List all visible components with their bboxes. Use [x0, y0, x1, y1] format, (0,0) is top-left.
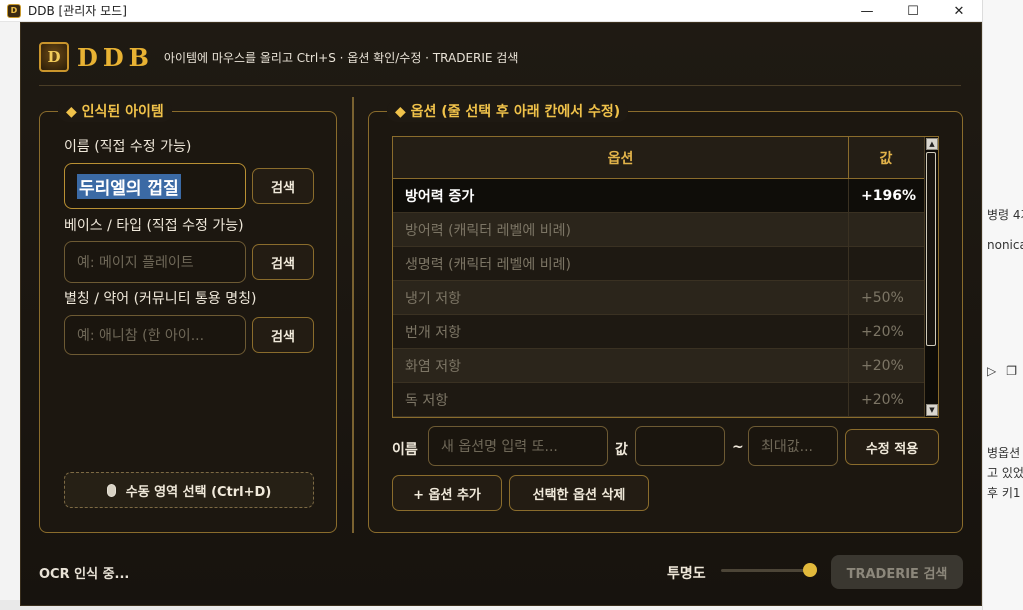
scroll-up-icon[interactable]: ▲	[926, 138, 938, 150]
scroll-thumb[interactable]	[926, 152, 936, 346]
close-icon[interactable]: ✕	[936, 0, 982, 22]
header-subtitle: 아이템에 마우스를 올리고 Ctrl+S · 옵션 확인/수정 · TRADER…	[163, 50, 519, 65]
table-scrollbar[interactable]: ▲ ▼	[924, 137, 938, 417]
option-name-label: 이름	[392, 442, 418, 458]
header-divider	[39, 85, 961, 86]
play-icon: ▷	[987, 364, 997, 378]
opacity-slider-thumb[interactable]	[803, 563, 817, 577]
value-cell: +20%	[861, 391, 904, 408]
value-cell	[849, 213, 923, 246]
app-icon: D	[7, 3, 21, 18]
options-panel: ◆ 옵션 (줄 선택 후 아래 칸에서 수정) 옵션 값 방어력 증가 +196…	[368, 100, 963, 533]
window-controls: — ☐ ✕	[844, 0, 982, 22]
background-window: 병령 4가 nonical ▷ ❐ 병옵션 D 고 있었 후 키1	[982, 0, 1023, 610]
option-cell: 화염 저항	[393, 349, 849, 382]
panel-divider	[352, 97, 354, 533]
table-header: 옵션 값	[393, 137, 938, 179]
alias-input[interactable]: 예: 애니참 (한 아이...	[64, 315, 246, 355]
option-name-input[interactable]: 새 옵션명 입력 또...	[428, 426, 608, 466]
value-cell	[849, 247, 923, 280]
background-text: 병령 4가	[987, 208, 1023, 222]
option-cell: 방어력 증가	[393, 179, 849, 212]
option-cell: 독 저항	[393, 383, 849, 416]
maximize-icon[interactable]: ☐	[890, 0, 936, 22]
value-cell: +20%	[861, 357, 904, 374]
mouse-icon	[106, 483, 116, 497]
alias-label: 별칭 / 약어 (커뮤니티 통용 명칭)	[64, 291, 257, 307]
value-column-header: 값	[879, 150, 893, 167]
option-max-input[interactable]: 최대값...	[748, 426, 838, 466]
option-value-input[interactable]	[635, 426, 725, 466]
item-name-input[interactable]: 두리엘의 껍질	[64, 163, 246, 209]
recognized-item-title: ◆ 인식된 아이템	[58, 100, 172, 122]
value-cell: +196%	[861, 187, 916, 204]
value-cell: +20%	[861, 323, 904, 340]
recognized-item-panel: ◆ 인식된 아이템 이름 (직접 수정 가능) 두리엘의 껍질 검색 베이스 /…	[39, 100, 337, 533]
name-search-button[interactable]: 검색	[252, 168, 314, 204]
alias-search-button[interactable]: 검색	[252, 317, 314, 353]
traderie-search-button[interactable]: TRADERIE 검색	[831, 555, 963, 589]
base-label: 베이스 / 타입 (직접 수정 가능)	[64, 218, 244, 234]
scroll-down-icon[interactable]: ▼	[926, 404, 938, 416]
options-title: ◆ 옵션 (줄 선택 후 아래 칸에서 수정)	[387, 100, 629, 122]
ocr-status: OCR 인식 중...	[39, 567, 130, 582]
manual-area-select-label: 수동 영역 선택 (Ctrl+D)	[125, 484, 272, 500]
option-value-label: 값	[615, 442, 628, 458]
background-icons: ▷ ❐	[987, 364, 1017, 378]
base-search-button[interactable]: 검색	[252, 244, 314, 280]
background-text: nonical	[987, 238, 1023, 252]
delete-option-button[interactable]: 선택한 옵션 삭제	[509, 475, 649, 511]
background-text: 병옵션 D	[987, 446, 1023, 460]
logo-text: DDB	[77, 42, 154, 72]
window-titlebar[interactable]: D DDB [관리자 모드] — ☐ ✕	[0, 0, 982, 22]
app-header: D DDB 아이템에 마우스를 올리고 Ctrl+S · 옵션 확인/수정 · …	[39, 37, 518, 77]
copy-icon: ❐	[1006, 364, 1017, 378]
value-cell: +50%	[861, 289, 904, 306]
background-text: 고 있었	[987, 466, 1023, 480]
table-row[interactable]: 방어력 증가 +196%	[393, 179, 938, 213]
item-name-value: 두리엘의 껍질	[77, 173, 181, 199]
manual-area-select-button[interactable]: 수동 영역 선택 (Ctrl+D)	[64, 472, 314, 508]
table-row[interactable]: 방어력 (캐릭터 레벨에 비례)	[393, 213, 938, 247]
apply-edit-button[interactable]: 수정 적용	[845, 429, 939, 465]
table-row[interactable]: 생명력 (캐릭터 레벨에 비례)	[393, 247, 938, 281]
option-cell: 방어력 (캐릭터 레벨에 비례)	[393, 213, 849, 246]
options-table[interactable]: 옵션 값 방어력 증가 +196% 방어력 (캐릭터 레벨에 비례) 생명력 (…	[392, 136, 939, 418]
table-row[interactable]: 냉기 저항 +50%	[393, 281, 938, 315]
option-cell: 냉기 저항	[393, 281, 849, 314]
option-cell: 생명력 (캐릭터 레벨에 비례)	[393, 247, 849, 280]
app-window: D DDB 아이템에 마우스를 올리고 Ctrl+S · 옵션 확인/수정 · …	[20, 22, 982, 606]
table-row[interactable]: 독 저항 +20%	[393, 383, 938, 417]
table-row[interactable]: 번개 저항 +20%	[393, 315, 938, 349]
opacity-label: 투명도	[667, 566, 706, 582]
range-separator: ~	[732, 439, 744, 455]
logo-badge: D	[39, 42, 69, 72]
add-option-button[interactable]: + 옵션 추가	[392, 475, 502, 511]
option-column-header: 옵션	[393, 137, 849, 178]
background-text: 후 키1	[987, 486, 1021, 500]
name-label: 이름 (직접 수정 가능)	[64, 139, 192, 155]
option-cell: 번개 저항	[393, 315, 849, 348]
window-title: DDB [관리자 모드]	[28, 4, 127, 18]
minimize-icon[interactable]: —	[844, 0, 890, 22]
table-row[interactable]: 화염 저항 +20%	[393, 349, 938, 383]
base-input[interactable]: 예: 메이지 플레이트	[64, 241, 246, 283]
